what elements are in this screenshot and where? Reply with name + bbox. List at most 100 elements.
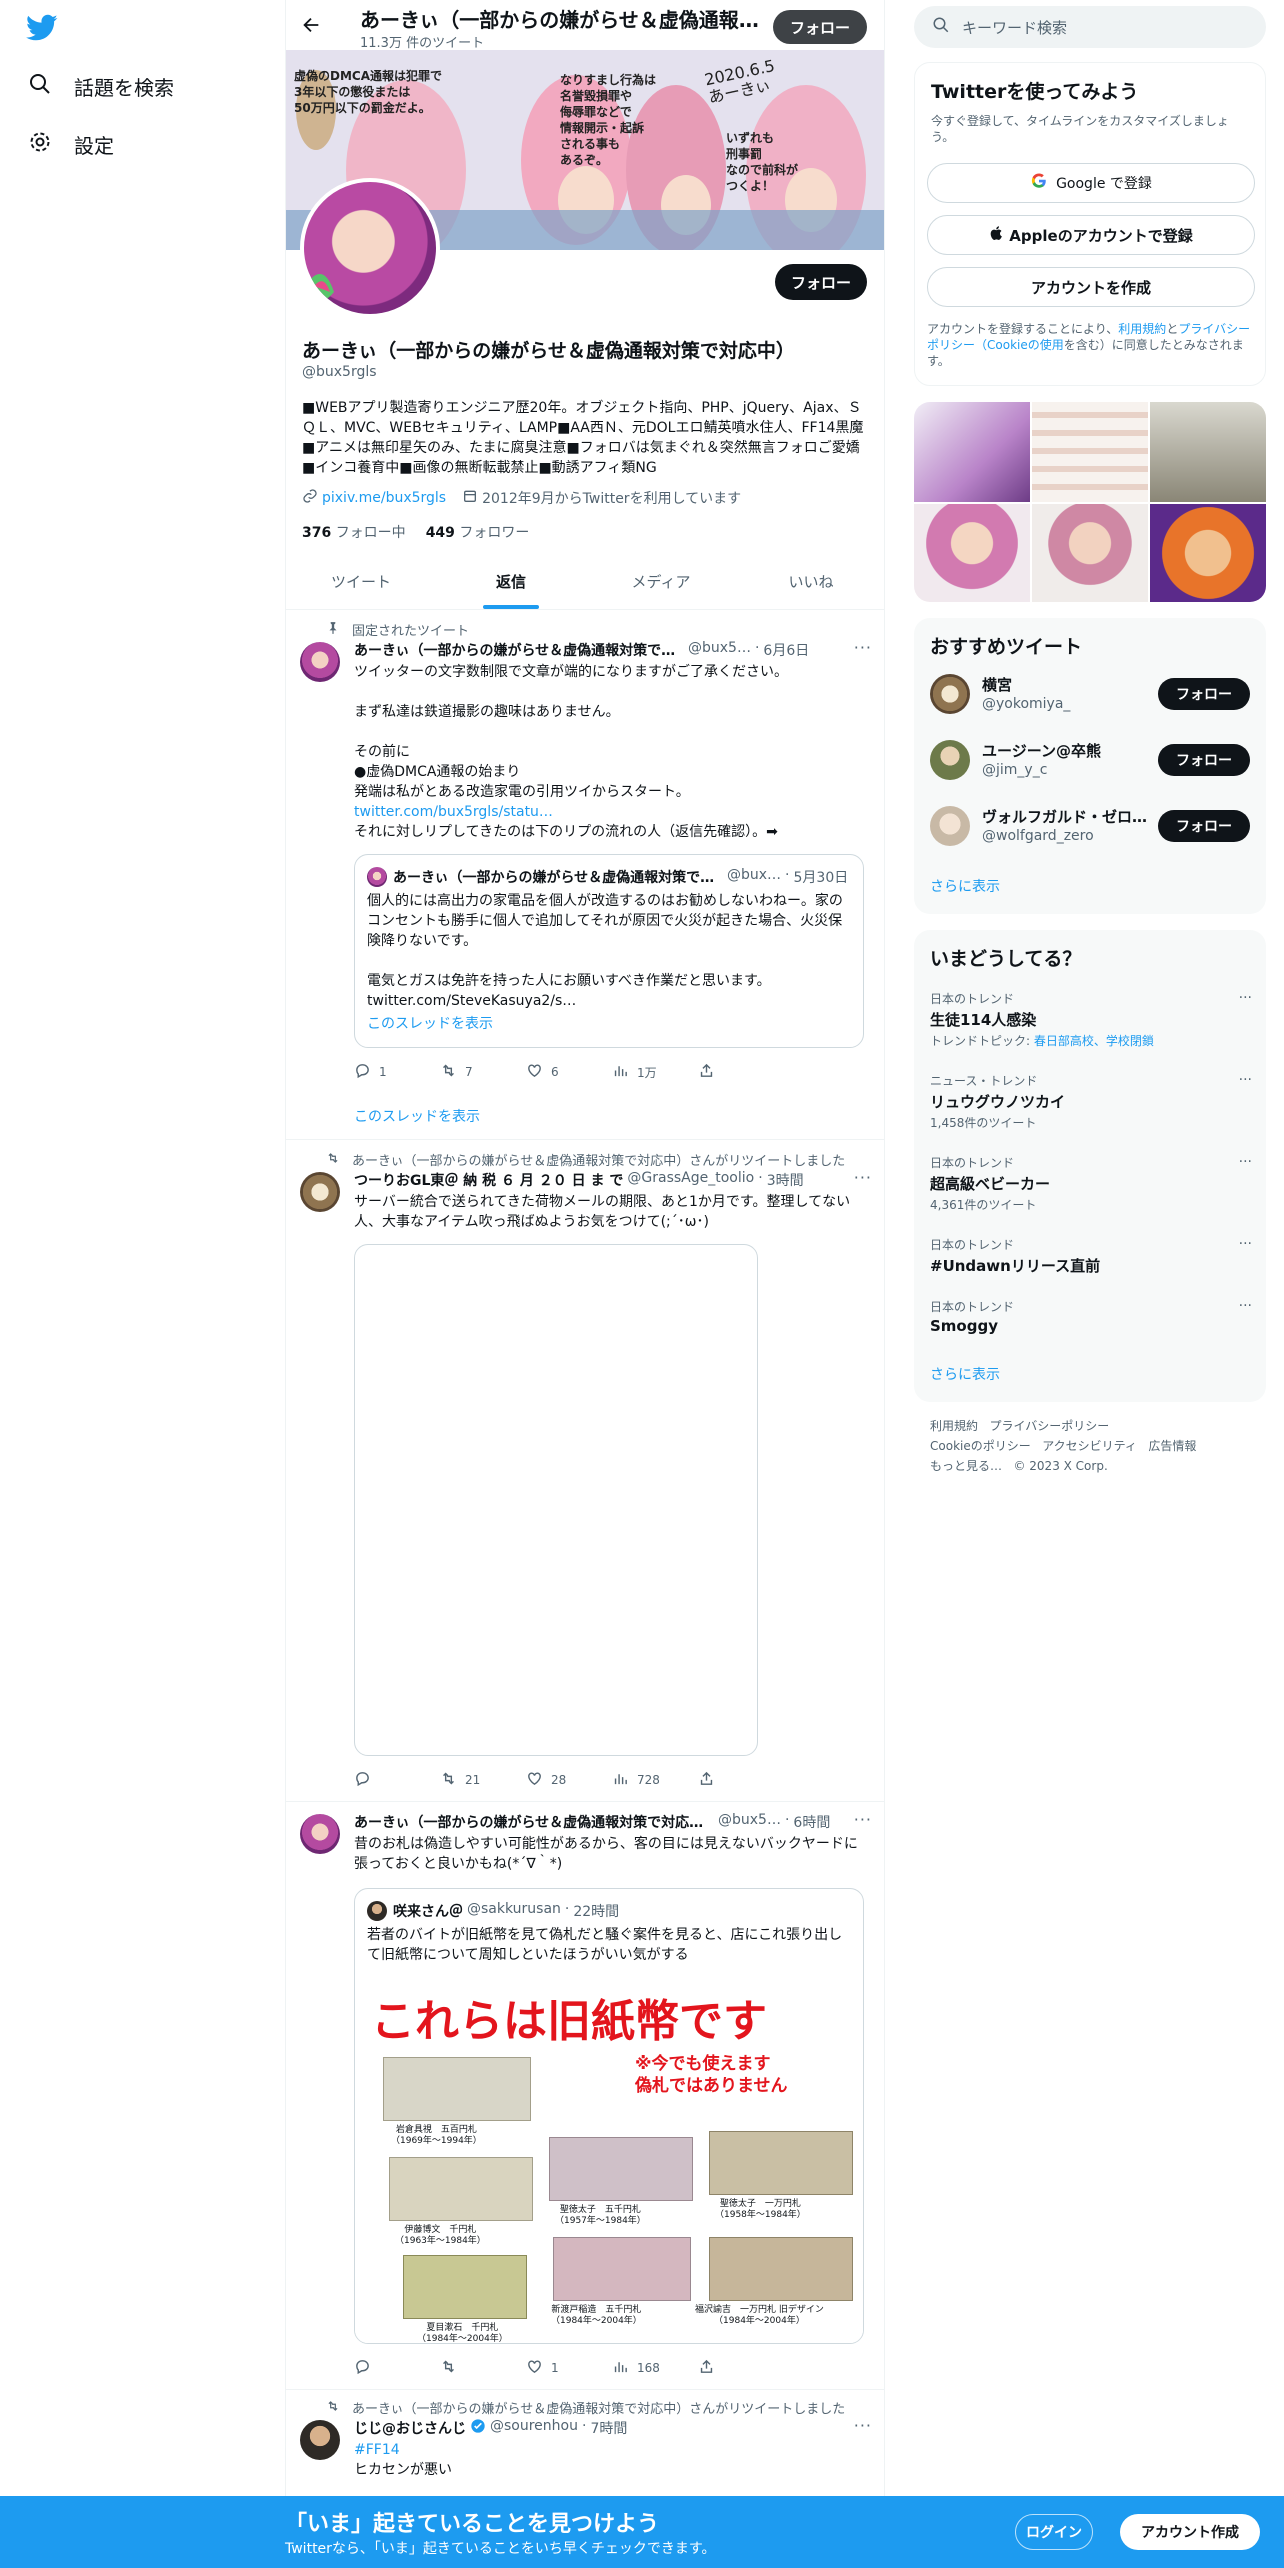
profile-follow-button[interactable]: フォロー bbox=[775, 264, 867, 300]
like-button[interactable]: 28 bbox=[526, 1770, 612, 1790]
show-more-link[interactable]: さらに表示 bbox=[930, 1364, 1000, 1384]
avatar[interactable] bbox=[300, 1814, 340, 1854]
recommended-user[interactable]: ユージーン@卒熊 @jim_y_c フォロー bbox=[930, 736, 1250, 784]
share-button[interactable] bbox=[698, 1062, 784, 1082]
tweet-media[interactable] bbox=[354, 1244, 758, 1756]
tweet-time[interactable]: 6時間 bbox=[793, 1812, 830, 1832]
like-button[interactable]: 6 bbox=[526, 1062, 612, 1082]
media-thumbnail[interactable] bbox=[1150, 402, 1266, 502]
tweet-link[interactable]: twitter.com/bux5rgls/statu… bbox=[354, 802, 864, 822]
media-thumbnail[interactable] bbox=[1150, 504, 1266, 602]
trend-item[interactable]: 日本のトレンド 生徒114人感染 トレンドトピック: 春日部高校、学校閉鎖 ··… bbox=[930, 990, 1252, 1049]
terms-link[interactable]: 利用規約 bbox=[1118, 322, 1166, 336]
tweet-hashtag[interactable]: #FF14 bbox=[354, 2440, 864, 2460]
tweet-time[interactable]: 7時間 bbox=[590, 2418, 627, 2438]
reply-button[interactable] bbox=[354, 1770, 440, 1790]
share-button[interactable] bbox=[698, 2358, 784, 2378]
more-options-icon[interactable]: ··· bbox=[1239, 1298, 1252, 1314]
more-options-icon[interactable]: ··· bbox=[1239, 1072, 1252, 1088]
profile-avatar[interactable] bbox=[300, 178, 440, 318]
back-arrow-icon[interactable] bbox=[300, 14, 322, 40]
signup-button[interactable]: アカウント作成 bbox=[1120, 2514, 1260, 2550]
more-options-icon[interactable]: ··· bbox=[854, 638, 872, 657]
signup-banner-title: 「いま」起きていることを見つけよう bbox=[285, 2512, 660, 2537]
create-account-button[interactable]: アカウントを作成 bbox=[927, 267, 1255, 307]
media-thumbnail[interactable] bbox=[1032, 504, 1148, 602]
trend-item[interactable]: 日本のトレンド Smoggy ··· bbox=[930, 1298, 1252, 1335]
media-thumbnail[interactable] bbox=[1032, 402, 1148, 502]
views-button[interactable]: 1万 bbox=[612, 1062, 698, 1082]
tab-media[interactable]: メディア bbox=[586, 554, 736, 609]
following-stat[interactable]: 376 フォロー中 bbox=[302, 522, 406, 542]
login-button[interactable]: ログイン bbox=[1015, 2514, 1093, 2550]
tweet-author-handle[interactable]: @sourenhou bbox=[490, 2418, 578, 2438]
avatar[interactable] bbox=[300, 642, 340, 682]
show-thread-link[interactable]: このスレッドを表示 bbox=[354, 1106, 480, 1126]
retweet-button[interactable]: 21 bbox=[440, 1770, 526, 1790]
tweet-retweet[interactable]: あーきぃ（一部からの嫌がらせ＆虚偽通報対策で対応中）さんがリツイートしました つ… bbox=[286, 1140, 884, 1802]
views-button[interactable]: 728 bbox=[612, 1770, 698, 1790]
footer-link[interactable]: Cookieのポリシー bbox=[930, 1439, 1031, 1453]
views-button[interactable]: 168 bbox=[612, 2358, 698, 2378]
retweet-icon bbox=[440, 1770, 457, 1790]
tweet-author-handle[interactable]: @bux5… bbox=[688, 640, 751, 660]
show-more-link[interactable]: さらに表示 bbox=[930, 876, 1000, 896]
share-button[interactable] bbox=[698, 1770, 784, 1790]
reply-button[interactable] bbox=[354, 2358, 440, 2378]
tweet-author-name[interactable]: じじ@おじさんじ bbox=[354, 2418, 466, 2438]
search-input[interactable]: キーワード検索 bbox=[914, 6, 1266, 48]
media-thumbnail[interactable] bbox=[914, 402, 1030, 502]
tweet-time[interactable]: 6月6日 bbox=[763, 640, 809, 660]
more-options-icon[interactable]: ··· bbox=[854, 2416, 872, 2435]
tab-tweets[interactable]: ツイート bbox=[286, 554, 436, 609]
tweet-quote[interactable]: あーきぃ（一部からの嫌がらせ＆虚偽通報対策で対応中） @bux5… · 6時間 … bbox=[286, 1802, 884, 2390]
quoted-tweet[interactable]: あーきぃ（一部からの嫌がらせ＆虚偽通報対策で対応中） @bux… · 5月30日… bbox=[354, 854, 864, 1048]
quote-show-thread[interactable]: このスレッドを表示 bbox=[367, 1013, 493, 1033]
tweet-author-handle[interactable]: @bux5… bbox=[718, 1812, 781, 1832]
more-options-icon[interactable]: ··· bbox=[854, 1168, 872, 1187]
footer-link[interactable]: 利用規約 bbox=[930, 1419, 978, 1433]
retweet-button[interactable]: 7 bbox=[440, 1062, 526, 1082]
nav-settings[interactable]: 設定 bbox=[28, 130, 114, 159]
tab-likes[interactable]: いいね bbox=[736, 554, 884, 609]
more-options-icon[interactable]: ··· bbox=[854, 1810, 872, 1829]
followers-stat[interactable]: 449 フォロワー bbox=[426, 522, 530, 542]
footer-link[interactable]: 広告情報 bbox=[1148, 1439, 1196, 1453]
footer-link[interactable]: もっと見る… bbox=[930, 1459, 1002, 1473]
tweet-author-name[interactable]: つーりおGL東＠ 納 税 ６ 月 ２０ 日 ま で bbox=[354, 1170, 623, 1190]
follow-button[interactable]: フォロー bbox=[1158, 810, 1250, 842]
more-options-icon[interactable]: ··· bbox=[1239, 1236, 1252, 1252]
footer-link[interactable]: アクセシビリティ bbox=[1042, 1439, 1137, 1453]
avatar[interactable] bbox=[300, 2420, 340, 2460]
more-options-icon[interactable]: ··· bbox=[1239, 990, 1252, 1006]
more-options-icon[interactable]: ··· bbox=[1239, 1154, 1252, 1170]
follow-button[interactable]: フォロー bbox=[1158, 678, 1250, 710]
trend-item[interactable]: 日本のトレンド #Undawnリリース直前 ··· bbox=[930, 1236, 1252, 1276]
google-signup-button[interactable]: Google で登録 bbox=[927, 163, 1255, 203]
profile-link[interactable]: pixiv.me/bux5rgls bbox=[322, 490, 446, 506]
media-grid[interactable] bbox=[914, 402, 1266, 602]
header-follow-button[interactable]: フォロー bbox=[773, 10, 867, 44]
twitter-logo-icon[interactable] bbox=[26, 14, 58, 46]
follow-button[interactable]: フォロー bbox=[1158, 744, 1250, 776]
tab-replies[interactable]: 返信 bbox=[436, 554, 586, 609]
trend-topic-link[interactable]: 春日部高校、学校閉鎖 bbox=[1034, 1034, 1154, 1048]
nav-explore[interactable]: 話題を検索 bbox=[28, 72, 174, 101]
retweet-button[interactable] bbox=[440, 2358, 526, 2378]
tweet-author-handle[interactable]: @GrassAge_toolio bbox=[627, 1170, 754, 1190]
like-button[interactable]: 1 bbox=[526, 2358, 612, 2378]
tweet-pinned[interactable]: 固定されたツイート あーきぃ（一部からの嫌がらせ＆虚偽通報対策で対応中） @bu… bbox=[286, 610, 884, 1140]
media-thumbnail[interactable] bbox=[914, 504, 1030, 602]
avatar[interactable] bbox=[300, 1172, 340, 1212]
reply-button[interactable]: 1 bbox=[354, 1062, 440, 1082]
quoted-tweet[interactable]: 咲来さん＠ @sakkurusan · 22時間 若者のバイトが旧紙幣を見て偽札… bbox=[354, 1888, 864, 2344]
recommended-user[interactable]: ヴォルフガルド・ゼロ… @wolfgard_zero フォロー bbox=[930, 802, 1250, 850]
trend-item[interactable]: 日本のトレンド 超高級ベビーカー 4,361件のツイート ··· bbox=[930, 1154, 1252, 1213]
recommended-user[interactable]: 横宮 @yokomiya_ フォロー bbox=[930, 670, 1250, 718]
tweet-time[interactable]: 3時間 bbox=[767, 1170, 804, 1190]
footer-link[interactable]: プライバシーポリシー bbox=[989, 1419, 1109, 1433]
trend-item[interactable]: ニュース・トレンド リュウグウノツカイ 1,458件のツイート ··· bbox=[930, 1072, 1252, 1131]
tweet-author-name[interactable]: あーきぃ（一部からの嫌がらせ＆虚偽通報対策で対応中） bbox=[354, 1812, 714, 1832]
tweet-author-name[interactable]: あーきぃ（一部からの嫌がらせ＆虚偽通報対策で対応中） bbox=[354, 640, 684, 660]
apple-signup-button[interactable]: Appleのアカウントで登録 bbox=[927, 215, 1255, 255]
